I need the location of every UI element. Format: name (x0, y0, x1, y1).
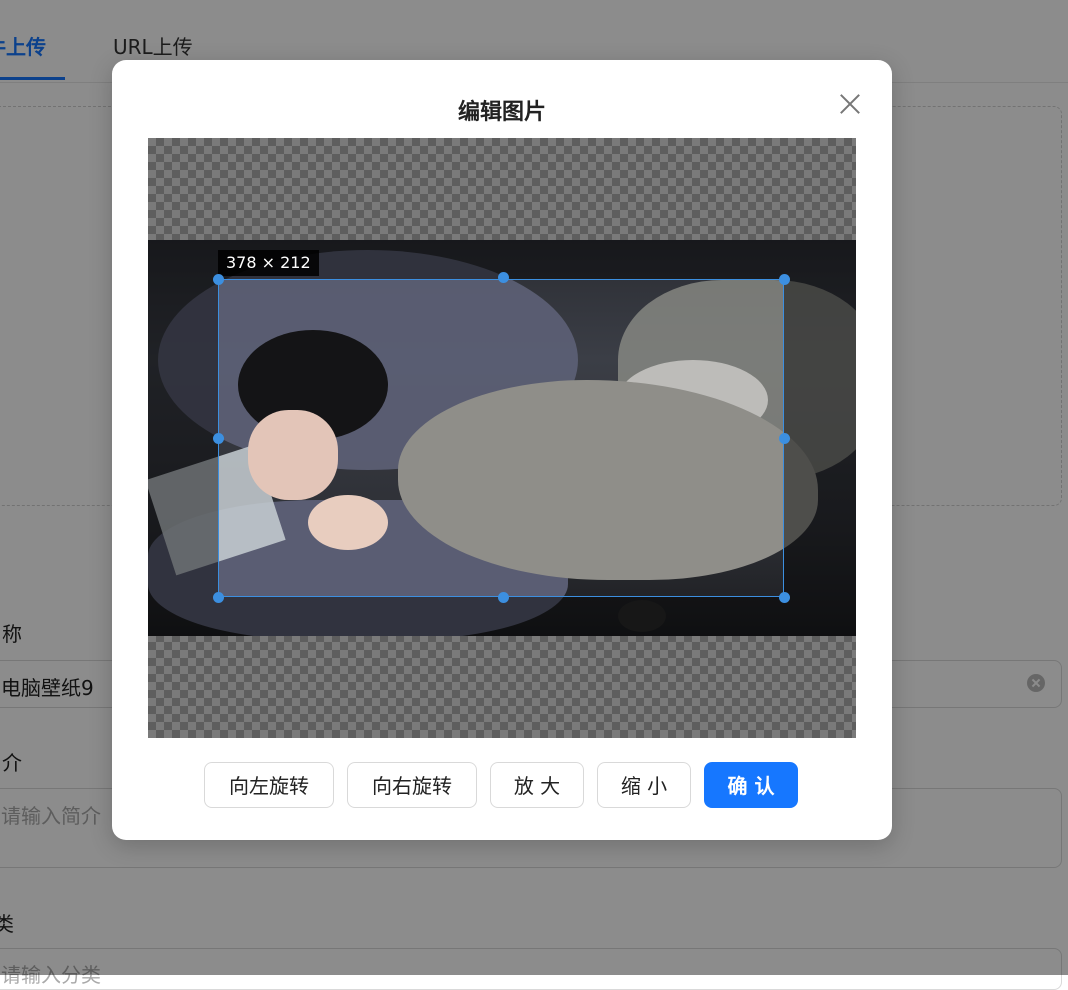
rotate-right-button[interactable]: 向右旋转 (347, 762, 477, 808)
crop-handle-top[interactable] (498, 272, 509, 283)
zoom-out-button[interactable]: 缩 小 (597, 762, 691, 808)
crop-handle-top-left[interactable] (213, 274, 224, 285)
crop-box[interactable] (218, 279, 784, 597)
crop-handle-right[interactable] (779, 433, 790, 444)
close-icon[interactable] (838, 92, 862, 116)
crop-size-label: 378 × 212 (218, 250, 319, 276)
crop-dim-left (148, 279, 218, 597)
crop-handle-bottom-right[interactable] (779, 592, 790, 603)
crop-handle-left[interactable] (213, 433, 224, 444)
rotate-left-button[interactable]: 向左旋转 (204, 762, 334, 808)
image-cropper[interactable]: 378 × 212 (148, 138, 856, 738)
dialog-title: 编辑图片 (457, 100, 546, 125)
zoom-in-button[interactable]: 放 大 (490, 762, 584, 808)
crop-dim-right (784, 279, 856, 597)
crop-handle-bottom-left[interactable] (213, 592, 224, 603)
confirm-button[interactable]: 确 认 (704, 762, 798, 808)
crop-handle-top-right[interactable] (779, 274, 790, 285)
crop-handle-bottom[interactable] (498, 592, 509, 603)
edit-image-dialog: 编辑图片 378 × 212 向左旋转 向右旋转 放 大 缩 小 确 认 (112, 60, 892, 840)
